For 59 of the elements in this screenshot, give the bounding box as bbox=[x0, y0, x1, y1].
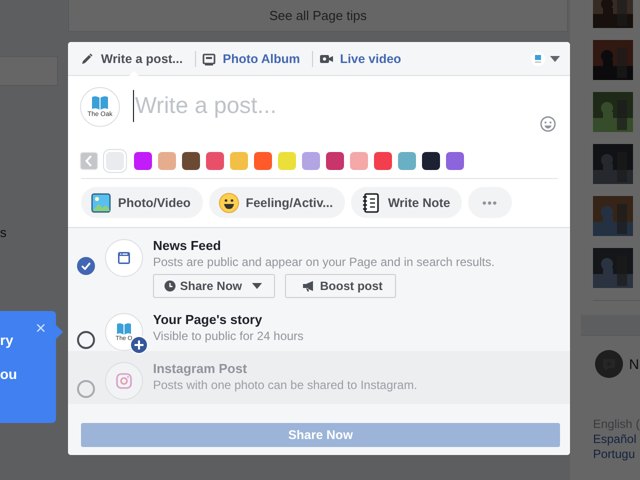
camera-icon bbox=[116, 373, 132, 389]
destination-description: Posts are public and appear on your Page and in search results. bbox=[153, 254, 495, 270]
book-icon bbox=[116, 322, 132, 336]
checkbox[interactable] bbox=[77, 331, 95, 349]
photo-icon bbox=[91, 192, 111, 212]
background-swatch[interactable] bbox=[422, 152, 440, 170]
close-button[interactable]: × bbox=[35, 319, 46, 337]
pencil-icon bbox=[80, 52, 94, 66]
background-swatch[interactable] bbox=[230, 152, 248, 170]
language-link[interactable]: Español bbox=[593, 432, 640, 447]
checkbox[interactable] bbox=[77, 257, 95, 275]
tooltip-text: ou bbox=[0, 365, 18, 383]
background-swatch[interactable] bbox=[446, 152, 464, 170]
menu-text: s bbox=[0, 225, 8, 240]
background-swatch[interactable] bbox=[302, 152, 320, 170]
destination-title: News Feed bbox=[153, 237, 222, 254]
background-swatch[interactable] bbox=[134, 152, 152, 170]
smiley-icon bbox=[218, 192, 239, 212]
composer-tab[interactable]: Live video bbox=[317, 42, 410, 76]
action-button[interactable]: Feeling/Activ... bbox=[208, 187, 345, 218]
clock-icon bbox=[164, 280, 176, 292]
background-swatch[interactable] bbox=[374, 152, 392, 170]
page-avatar-icon bbox=[531, 52, 545, 66]
boost-button[interactable]: Boost post bbox=[285, 274, 396, 298]
action-button[interactable]: Photo/Video bbox=[81, 187, 203, 218]
background-swatch[interactable] bbox=[254, 152, 272, 170]
background-swatch[interactable] bbox=[398, 152, 416, 170]
destination-description: Visible to public for 24 hours bbox=[153, 328, 304, 344]
see-all-link[interactable]: See all Page tips bbox=[269, 8, 367, 23]
background-swatch[interactable] bbox=[182, 152, 200, 170]
destination-title: Your Page's story bbox=[153, 311, 264, 328]
background-swatch[interactable] bbox=[206, 152, 224, 170]
chat-icon bbox=[595, 350, 623, 378]
background-swatch[interactable] bbox=[350, 152, 368, 170]
tooltip-text: ry bbox=[0, 331, 14, 349]
language-link[interactable]: Portugu bbox=[593, 447, 640, 462]
book-icon bbox=[91, 95, 109, 111]
more-button[interactable]: ••• bbox=[468, 187, 512, 218]
destination-title: Instagram Post bbox=[153, 360, 248, 377]
news-feed-icon bbox=[117, 251, 131, 265]
page-selector[interactable] bbox=[531, 52, 560, 66]
checkmark-icon bbox=[81, 262, 91, 270]
composer-tab[interactable]: Write a post... bbox=[78, 42, 191, 76]
caret-icon bbox=[550, 56, 560, 62]
back-button[interactable] bbox=[80, 152, 98, 170]
smiley-icon[interactable] bbox=[540, 116, 556, 132]
composer-tab[interactable]: Photo Album bbox=[200, 42, 308, 76]
caret-icon bbox=[252, 283, 262, 289]
schedule-dropdown[interactable]: Share Now bbox=[153, 274, 276, 298]
action-button[interactable]: Write Note bbox=[350, 187, 462, 218]
background-swatch[interactable] bbox=[106, 152, 124, 170]
chat-label: N bbox=[629, 356, 640, 372]
background-swatch[interactable] bbox=[278, 152, 296, 170]
chevron-left-icon bbox=[85, 155, 93, 167]
destination-description: Posts with one photo can be shared to Instagram. bbox=[153, 377, 418, 393]
album-icon bbox=[202, 52, 216, 66]
background-swatch[interactable] bbox=[326, 152, 344, 170]
notebook-icon bbox=[360, 192, 381, 212]
background-swatch[interactable] bbox=[158, 152, 176, 170]
